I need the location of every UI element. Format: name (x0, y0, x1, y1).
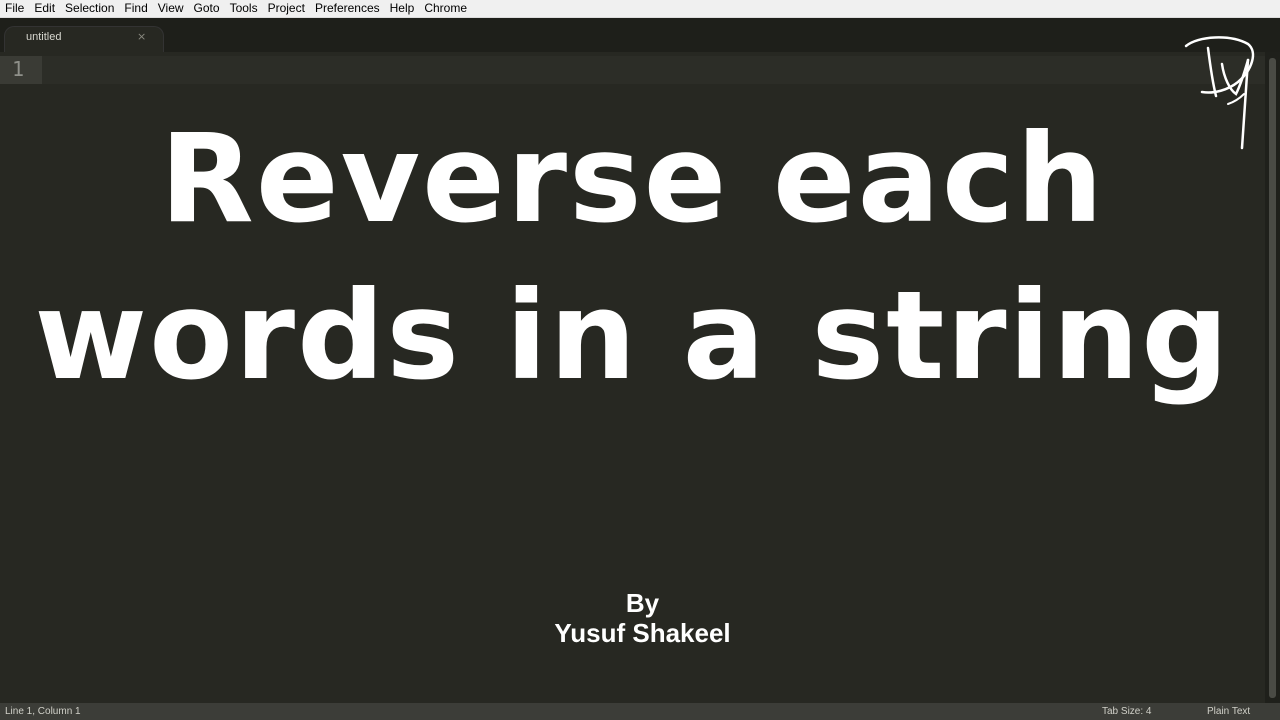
status-bar: Line 1, Column 1 Tab Size: 4 Plain Text (0, 703, 1280, 720)
title-line-1: Reverse each (159, 108, 1106, 250)
title-line-2: words in a string (34, 265, 1231, 407)
menu-view[interactable]: View (153, 0, 189, 17)
menu-project[interactable]: Project (263, 0, 310, 17)
status-syntax[interactable]: Plain Text (1207, 706, 1250, 717)
menu-edit[interactable]: Edit (29, 0, 60, 17)
byline-author: Yusuf Shakeel (554, 618, 731, 648)
menu-help[interactable]: Help (385, 0, 420, 17)
byline-by: By (625, 588, 660, 618)
tab-bar: untitled × (0, 18, 1280, 52)
menu-file[interactable]: File (0, 0, 29, 17)
status-tab-size[interactable]: Tab Size: 4 (1102, 706, 1151, 717)
status-cursor-position: Line 1, Column 1 (5, 706, 81, 717)
vertical-scrollbar[interactable] (1265, 52, 1280, 703)
menu-goto[interactable]: Goto (189, 0, 225, 17)
current-line-highlight (42, 56, 1265, 84)
menu-tools[interactable]: Tools (225, 0, 263, 17)
scroll-thumb[interactable] (1269, 58, 1276, 698)
menu-find[interactable]: Find (119, 0, 152, 17)
menu-bar: File Edit Selection Find View Goto Tools… (0, 0, 1280, 18)
line-number: 1 (12, 57, 25, 81)
menu-selection[interactable]: Selection (60, 0, 119, 17)
tab-label: untitled (26, 31, 62, 43)
tab-untitled[interactable]: untitled × (4, 26, 164, 52)
gutter-current-line: 1 (0, 56, 42, 84)
menu-chrome[interactable]: Chrome (419, 0, 472, 17)
close-icon[interactable]: × (137, 30, 146, 43)
menu-preferences[interactable]: Preferences (310, 0, 385, 17)
signature-logo-icon (1184, 36, 1255, 150)
